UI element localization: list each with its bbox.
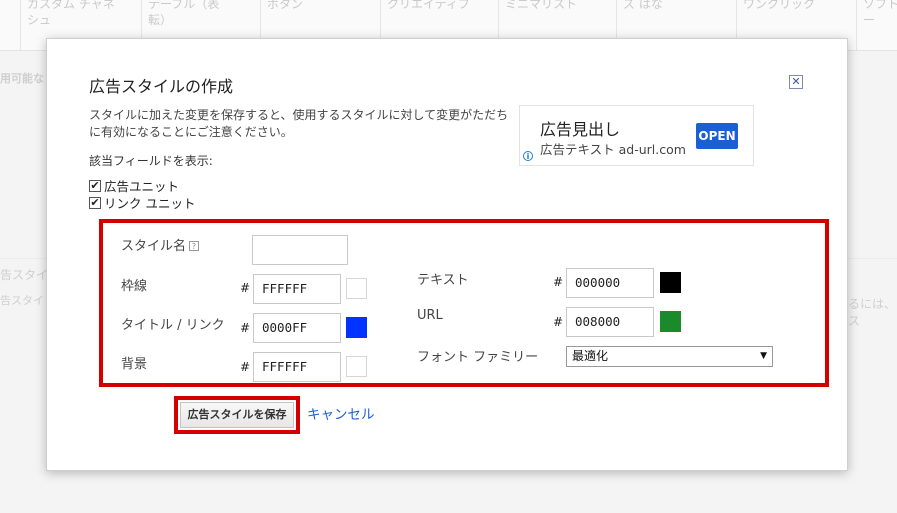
close-icon[interactable]: ✕ — [789, 75, 803, 89]
border-hash: # — [240, 281, 251, 295]
border-color-swatch[interactable] — [346, 278, 367, 299]
checkbox-checked-icon[interactable]: ✔ — [89, 179, 101, 192]
create-ad-style-dialog: 広告スタイルの作成 ✕ スタイルに加えた変更を保存すると、使用するスタイルに対し… — [46, 38, 848, 471]
save-ad-style-button[interactable]: 広告スタイルを保存 — [180, 402, 294, 428]
title-link-hash: # — [240, 321, 251, 335]
border-label: 枠線 — [121, 279, 148, 294]
border-color-input[interactable]: FFFFFF — [253, 274, 341, 304]
cancel-link[interactable]: キャンセル — [307, 403, 375, 423]
font-family-label: フォント ファミリー — [417, 350, 539, 365]
save-button-highlight: 広告スタイルを保存 — [174, 396, 300, 434]
background-label: 背景 — [121, 357, 148, 372]
font-family-select[interactable]: 最適化 ▼ — [566, 346, 773, 367]
bg-column-8: ソフトフ ー — [856, 0, 897, 50]
help-icon[interactable]: ? — [189, 241, 200, 251]
dropdown-arrow-icon: ▼ — [760, 351, 767, 361]
ad-text: 広告テキスト ad-url.com — [540, 142, 686, 157]
checkbox-label: リンク ユニット — [104, 196, 196, 211]
ad-info-icon: i — [523, 151, 533, 161]
title-link-color-input[interactable]: 0000FF — [253, 313, 341, 343]
text-hash: # — [553, 275, 564, 289]
ad-preview: 広告見出し 広告テキスト ad-url.com OPEN i — [519, 105, 754, 166]
checkbox-link-unit[interactable]: ✔ リンク ユニット — [89, 193, 195, 212]
url-hash: # — [553, 315, 564, 329]
url-label: URL — [417, 308, 443, 323]
text-label: テキスト — [417, 273, 469, 288]
ad-open-button: OPEN — [696, 123, 738, 149]
dialog-title: 広告スタイルの作成 — [89, 77, 234, 96]
checkbox-checked-icon[interactable]: ✔ — [89, 196, 101, 209]
background-color-input[interactable]: FFFFFF — [253, 352, 341, 382]
bg-right-fragment: るには、ス — [848, 297, 897, 328]
bg-side-label-2: 告スタイ — [0, 268, 49, 282]
bg-side-label-3: 告スタイ — [0, 294, 44, 307]
ad-headline: 広告見出し — [540, 120, 621, 139]
title-link-label: タイトル / リンク — [121, 318, 225, 333]
url-color-input[interactable]: 008000 — [566, 307, 654, 337]
background-hash: # — [240, 360, 251, 374]
dialog-description: スタイルに加えた変更を保存すると、使用するスタイルに対して変更がただちに有効にな… — [89, 108, 509, 139]
show-fields-label: 該当フィールドを表示: — [89, 154, 213, 168]
text-color-swatch[interactable] — [660, 272, 681, 293]
bg-side-label-1: 用可能な — [0, 72, 44, 85]
text-color-input[interactable]: 000000 — [566, 268, 654, 298]
font-family-selected: 最適化 — [572, 349, 609, 363]
url-color-swatch[interactable] — [660, 311, 681, 332]
style-name-label: スタイル名? — [121, 235, 200, 254]
style-name-input[interactable] — [252, 235, 348, 265]
background-color-swatch[interactable] — [346, 356, 367, 377]
title-link-color-swatch[interactable] — [346, 317, 367, 338]
